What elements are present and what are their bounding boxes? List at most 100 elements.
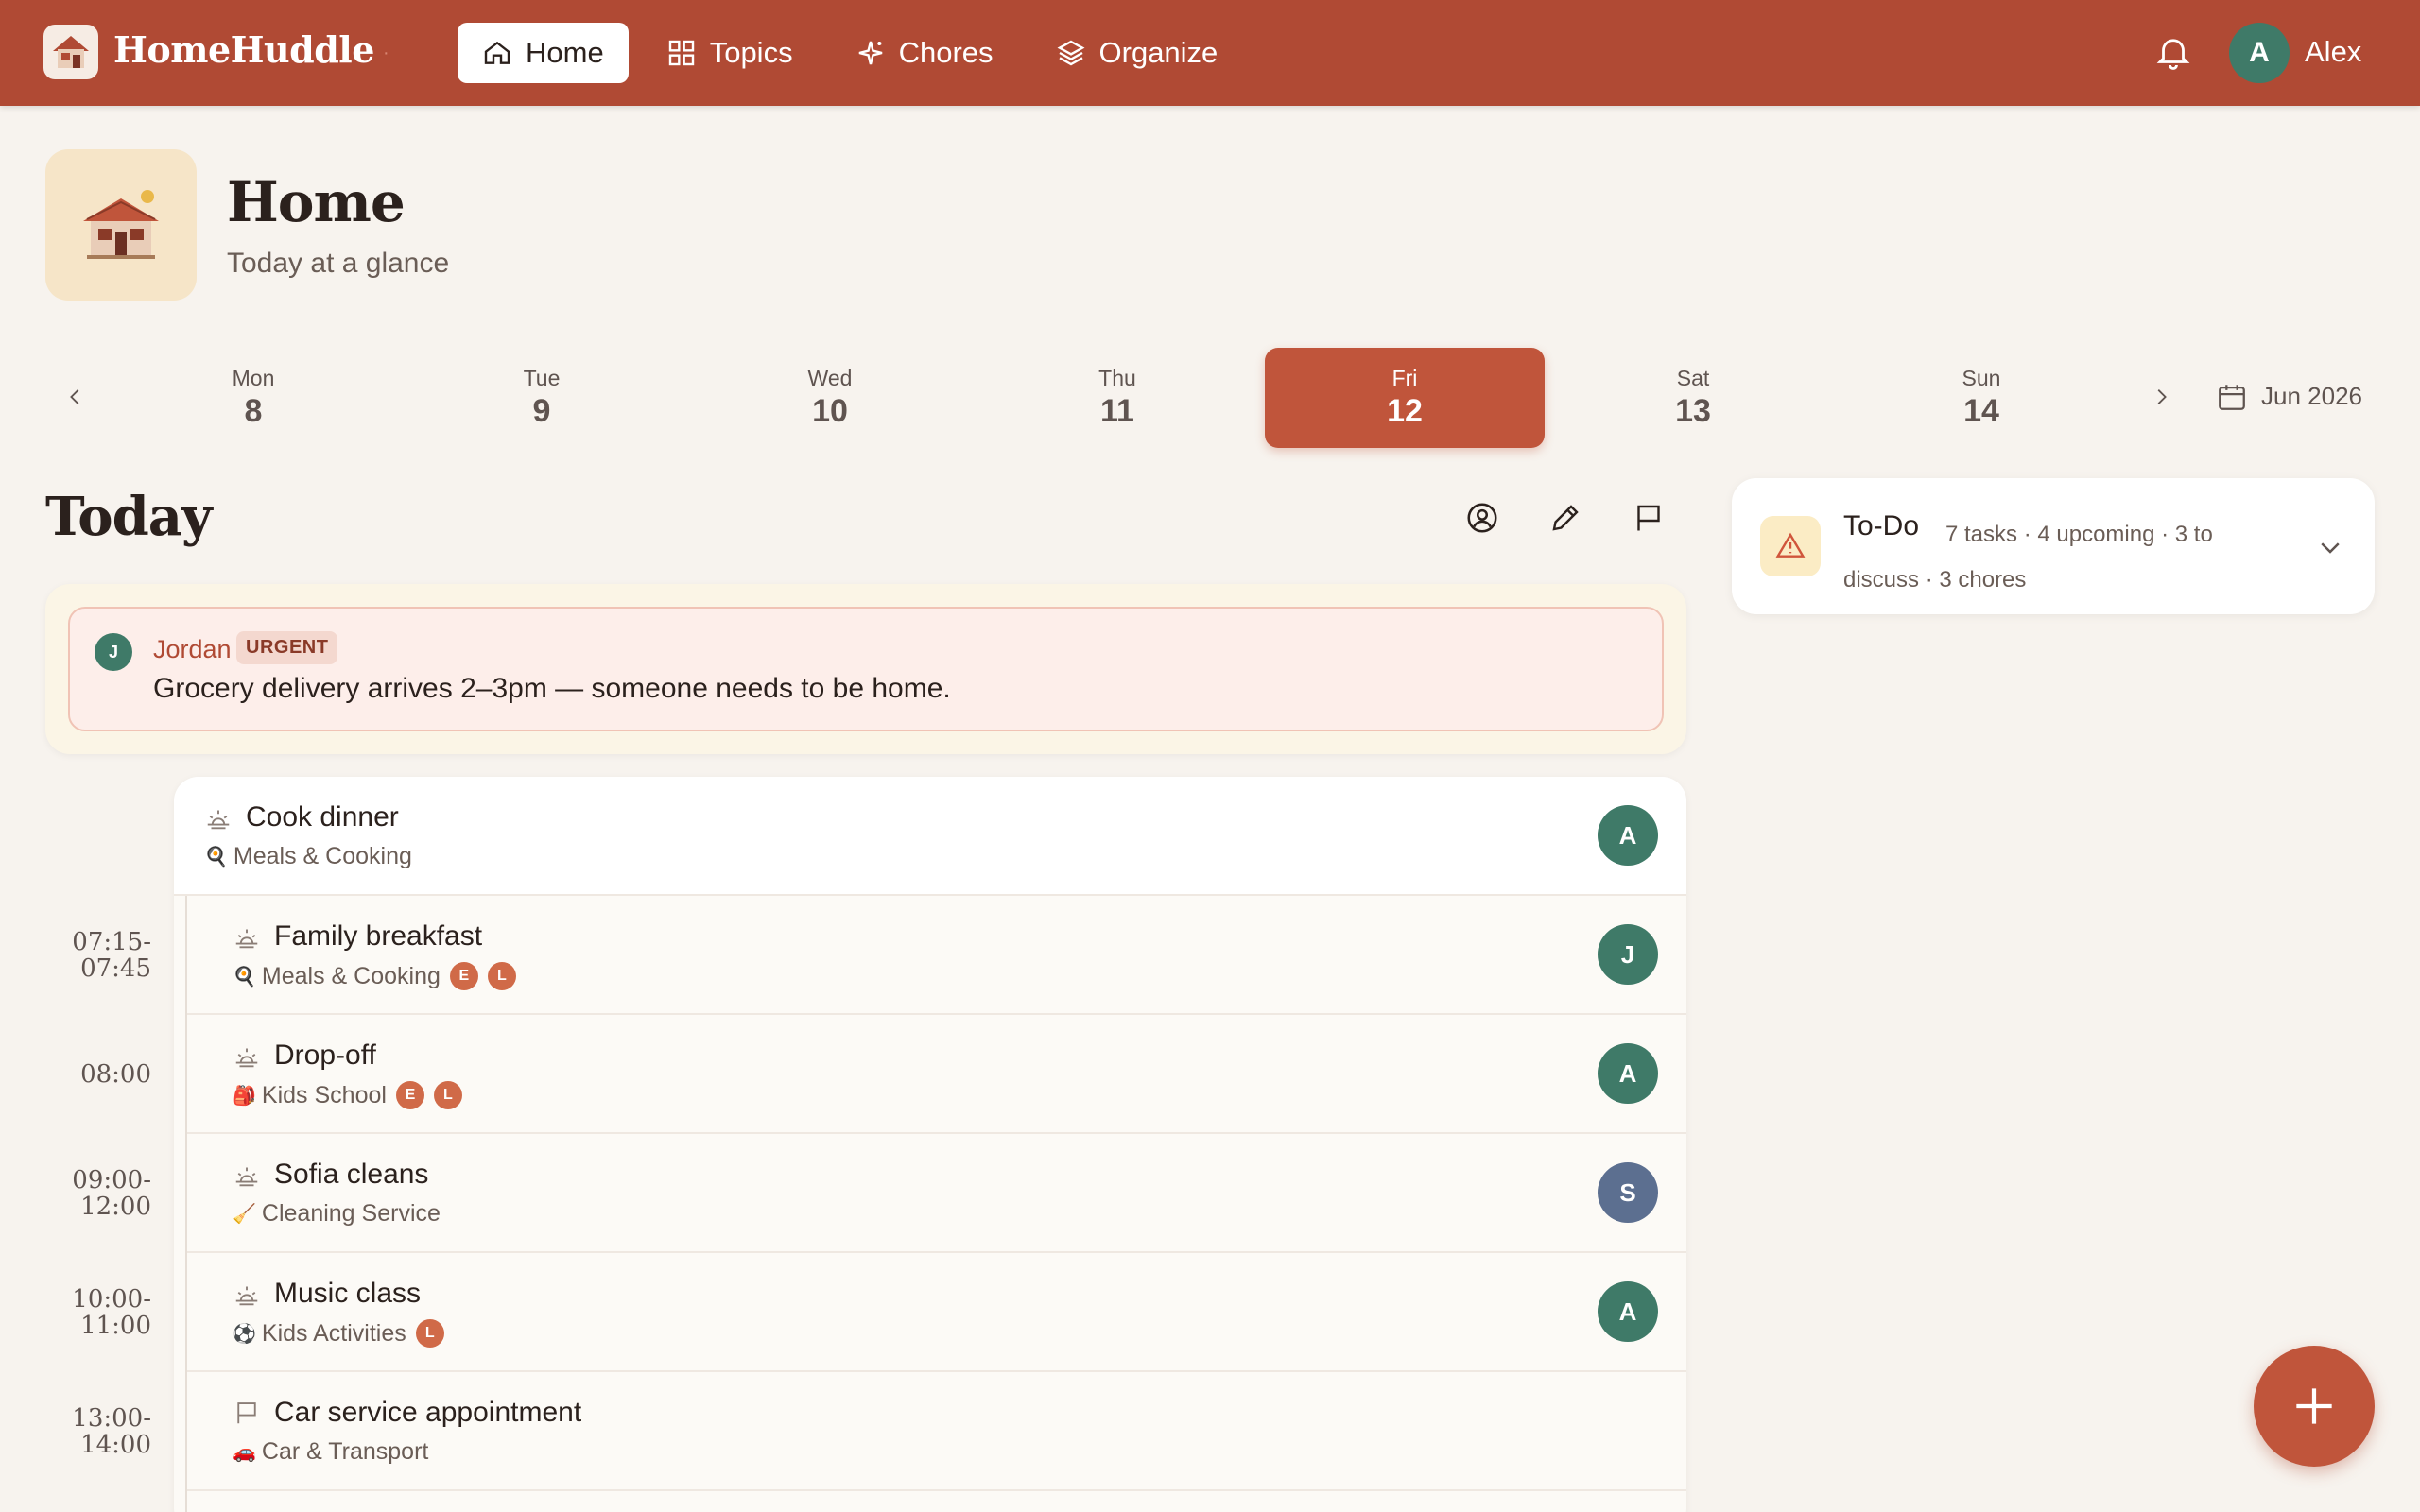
month-label[interactable]: Jun 2026 — [2261, 382, 2362, 411]
add-button[interactable] — [2254, 1346, 2375, 1467]
agenda-item-title: Sofia cleans — [274, 1159, 429, 1190]
day-name: Thu — [1098, 366, 1136, 390]
nav-chores[interactable]: Chores — [831, 23, 1018, 83]
pencil-icon — [1552, 505, 1579, 531]
user-name[interactable]: Alex — [2305, 35, 2361, 69]
agenda-item[interactable]: Family breakfast 🍳 Meals & Cooking E L J — [187, 896, 1686, 1015]
bell-icon[interactable] — [2153, 32, 2193, 72]
agenda-item-topic[interactable]: ⚽ Kids Activities L — [233, 1319, 444, 1348]
topic-label: Kids School — [261, 1081, 387, 1108]
participant-chip: E — [395, 1081, 424, 1109]
house-illustration-icon — [45, 149, 197, 301]
nav-home[interactable]: Home — [458, 23, 629, 83]
filter-person-button[interactable] — [1461, 497, 1503, 539]
urgent-note[interactable]: J Jordan URGENT Grocery delivery arrives… — [68, 607, 1664, 731]
brand-name[interactable]: HomeHuddle — [113, 28, 374, 71]
calendar-icon[interactable] — [2216, 380, 2248, 414]
day-name: Mon — [232, 366, 275, 390]
note-text: Grocery delivery arrives 2–3pm — someone… — [153, 673, 951, 704]
day-tue[interactable]: Tue 9 — [402, 348, 682, 448]
topic-emoji-icon: 🍳 — [233, 966, 256, 988]
todo-title: To-Do — [1843, 510, 1920, 541]
person-circle-icon — [1467, 503, 1497, 533]
day-wed[interactable]: Wed 10 — [690, 348, 970, 448]
time-label: 08:00 — [80, 1060, 151, 1089]
agenda-item-topic[interactable]: 🎒 Kids School E L — [233, 1081, 462, 1109]
time-label: 10:00- 11:00 — [72, 1285, 151, 1340]
week-prev-button[interactable] — [59, 380, 93, 414]
day-mon[interactable]: Mon 8 — [113, 348, 393, 448]
agenda-item-topic[interactable]: 🧹 Cleaning Service — [233, 1200, 441, 1228]
agenda-item[interactable]: Cook dinner 🍳 Meals & Cooking A — [174, 777, 1686, 896]
edit-button[interactable] — [1545, 497, 1586, 539]
layers-icon — [1057, 40, 1084, 66]
assignee-avatar[interactable]: A — [1598, 805, 1658, 866]
chevron-left-icon — [70, 389, 79, 404]
day-number: 10 — [812, 393, 848, 429]
topic-emoji-icon: 🧹 — [233, 1204, 256, 1225]
agenda-item-topic[interactable]: 🍳 Meals & Cooking E L — [233, 962, 516, 990]
agenda-item-title: Cook dinner — [246, 801, 399, 833]
grid-icon — [668, 40, 694, 66]
nav-organize[interactable]: Organize — [1031, 23, 1243, 83]
plus-icon — [2296, 1388, 2332, 1424]
topic-emoji-icon: 🍳 — [204, 847, 228, 868]
day-sat[interactable]: Sat 13 — [1553, 348, 1833, 448]
agenda-item-title: Drop-off — [274, 1040, 376, 1071]
day-name: Tue — [523, 366, 561, 390]
day-number: 14 — [1963, 393, 1999, 429]
day-sun[interactable]: Sun 14 — [1841, 348, 2121, 448]
day-name: Sat — [1676, 366, 1710, 390]
day-name: Wed — [807, 366, 853, 390]
day-number: 12 — [1387, 393, 1423, 429]
assignee-avatar[interactable]: J — [1598, 924, 1658, 985]
topic-emoji-icon: 🚗 — [233, 1442, 256, 1463]
flag-icon — [1637, 505, 1660, 531]
topic-emoji-icon: 🎒 — [233, 1085, 256, 1107]
nav-chores-label: Chores — [898, 36, 994, 69]
flag-icon — [233, 1399, 261, 1427]
sunrise-icon — [233, 1160, 261, 1189]
app-logo-icon[interactable] — [43, 25, 98, 79]
user-avatar[interactable]: A — [2229, 23, 2290, 83]
agenda-item[interactable]: Sofia cleans 🧹 Cleaning Service S — [187, 1134, 1686, 1253]
assignee-avatar[interactable]: S — [1598, 1162, 1658, 1223]
day-number: 13 — [1675, 393, 1711, 429]
sparkle-icon — [858, 41, 882, 65]
agenda-item[interactable]: Music class ⚽ Kids Activities L A — [187, 1253, 1686, 1372]
flag-button[interactable] — [1628, 497, 1669, 539]
day-thu[interactable]: Thu 11 — [977, 348, 1257, 448]
chevron-right-icon — [2157, 389, 2167, 404]
home-icon — [484, 41, 510, 64]
topic-emoji-icon: ⚽ — [233, 1323, 256, 1345]
page-title: Home — [227, 170, 406, 234]
chevron-down-icon[interactable] — [2316, 533, 2344, 561]
day-number: 9 — [532, 393, 551, 429]
day-name: Fri — [1392, 366, 1418, 390]
topic-label: Kids Activities — [261, 1319, 406, 1347]
day-fri-selected[interactable]: Fri 12 — [1265, 348, 1545, 448]
assignee-avatar[interactable]: A — [1598, 1043, 1658, 1104]
week-next-button[interactable] — [2144, 380, 2178, 414]
nav-topics[interactable]: Topics — [642, 23, 818, 83]
today-title: Today — [45, 486, 213, 548]
topic-label: Meals & Cooking — [233, 843, 412, 869]
main-nav: Home Topics Chores Organize — [458, 23, 1242, 83]
note-author-avatar: J — [95, 633, 132, 671]
top-bar: HomeHuddle · Home Topics Chores Organize… — [0, 0, 2420, 106]
agenda-item-topic[interactable]: 🚗 Car & Transport — [233, 1438, 428, 1466]
agenda-item[interactable]: Car service appointment 🚗 Car & Transport — [187, 1372, 1686, 1491]
urgent-notes-panel: J Jordan URGENT Grocery delivery arrives… — [45, 584, 1686, 754]
participant-chip: E — [449, 962, 478, 990]
participant-chip: L — [487, 962, 516, 990]
day-name: Sun — [1962, 366, 2001, 390]
agenda-item-topic[interactable]: 🍳 Meals & Cooking — [204, 843, 412, 870]
agenda-item-title: Car service appointment — [274, 1397, 582, 1428]
agenda-item[interactable]: Drop-off 🎒 Kids School E L A — [187, 1015, 1686, 1134]
note-author-name: Jordan — [153, 635, 232, 663]
assignee-avatar[interactable]: A — [1598, 1281, 1658, 1342]
warning-icon — [1760, 516, 1821, 576]
participant-chip: L — [415, 1319, 444, 1348]
todo-summary-card[interactable]: 7 tasks · 4 upcoming · 3 to discuss · 3 … — [1732, 478, 2375, 614]
topic-label: Cleaning Service — [261, 1200, 441, 1227]
